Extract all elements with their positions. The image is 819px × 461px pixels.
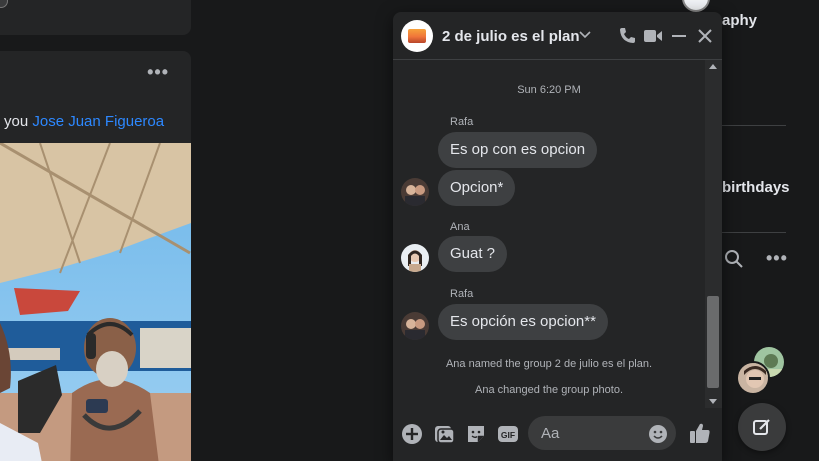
message-sender: Rafa (450, 116, 474, 128)
divider (722, 125, 786, 126)
page-avatar[interactable] (682, 0, 710, 12)
birthdays-heading: birthdays (722, 179, 790, 196)
group-photo[interactable] (401, 20, 433, 52)
plus-circle-icon[interactable] (401, 423, 423, 445)
chat-title[interactable]: 2 de julio es el plan (442, 28, 580, 45)
message-sender: Rafa (450, 288, 474, 300)
scrollbar[interactable] (705, 60, 722, 408)
scroll-up-arrow-icon[interactable] (709, 64, 717, 69)
message-bubble[interactable]: Opcion* (438, 170, 516, 206)
photo-icon[interactable] (433, 423, 455, 445)
feed-card-top (0, 0, 191, 35)
avatar[interactable] (401, 312, 429, 340)
video-call-icon[interactable] (643, 26, 663, 46)
post-photo[interactable] (0, 143, 191, 461)
tagged-person-link[interactable]: Jose Juan Figueroa (32, 113, 164, 130)
chat-window: 2 de julio es el plan Sun 6:20 PM Rafa E… (393, 12, 722, 461)
message-bubble[interactable]: Es op con es opcion (438, 132, 598, 168)
svg-text:GIF: GIF (501, 430, 515, 440)
system-event: Ana changed the group photo. (474, 384, 623, 396)
feed-post: ••• you Jose Juan Figueroa (0, 51, 191, 461)
thumbs-up-icon[interactable] (688, 421, 712, 445)
compose-icon (753, 419, 770, 435)
post-more-options-button[interactable]: ••• (147, 63, 169, 81)
message-bubble[interactable]: Guat ? (438, 236, 508, 272)
new-message-button[interactable] (738, 403, 786, 451)
search-icon[interactable] (724, 249, 744, 269)
chat-head-avatar[interactable] (736, 361, 770, 395)
chevron-down-icon[interactable] (579, 30, 591, 40)
message-composer: GIF Aa (393, 408, 722, 461)
system-event: Ana named the group 2 de julio es el pla… (445, 358, 653, 370)
sticker-icon[interactable] (465, 423, 487, 445)
divider (722, 232, 786, 233)
contacts-more-button[interactable]: ••• (766, 248, 788, 269)
gif-icon[interactable]: GIF (497, 423, 519, 445)
post-photo-image (0, 143, 191, 461)
message-input-placeholder: Aa (541, 425, 560, 442)
close-icon[interactable] (695, 26, 715, 46)
scrollbar-thumb[interactable] (707, 296, 719, 388)
avatar[interactable] (401, 178, 429, 206)
scroll-down-arrow-icon[interactable] (709, 399, 717, 404)
avatar[interactable] (401, 244, 429, 272)
message-list[interactable]: Sun 6:20 PM Rafa Es op con es opcion Opc… (393, 60, 705, 408)
minimize-icon[interactable] (669, 26, 689, 46)
chat-header[interactable]: 2 de julio es el plan (393, 12, 722, 60)
emoji-icon[interactable] (648, 424, 668, 444)
right-column-title: aphy (722, 12, 758, 29)
post-text: you Jose Juan Figueroa (4, 113, 164, 130)
message-sender: Ana (450, 221, 470, 233)
message-bubble[interactable]: Es opción es opcion** (438, 304, 608, 340)
message-input[interactable]: Aa (528, 416, 676, 450)
post-text-prefix: you (4, 113, 33, 130)
avatar[interactable] (0, 0, 8, 8)
phone-icon[interactable] (617, 26, 637, 46)
message-timestamp: Sun 6:20 PM (517, 84, 581, 96)
